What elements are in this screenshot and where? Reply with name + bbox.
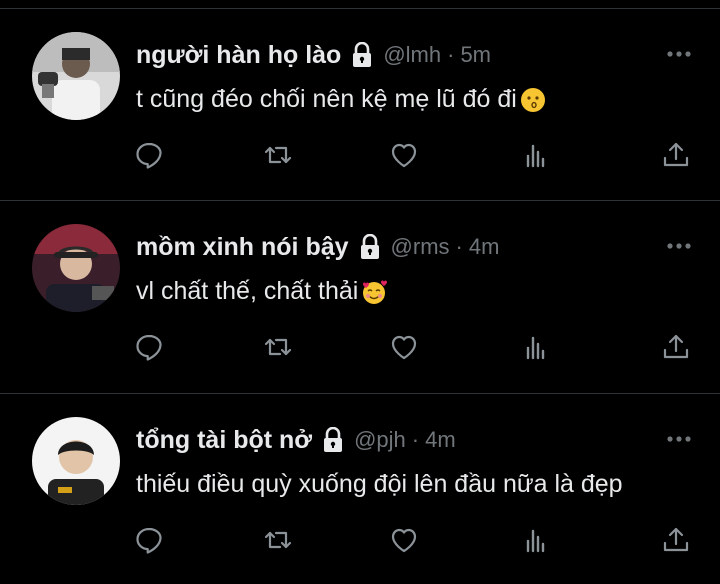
lock-icon <box>322 427 344 453</box>
timestamp[interactable]: 4m <box>425 427 456 453</box>
tweet-text: t cũng đéo chối nên kệ mẹ lũ đó đi <box>136 85 547 114</box>
retweet-icon[interactable] <box>262 139 294 171</box>
separator-dot: · <box>455 234 463 259</box>
tweet[interactable]: tổng tài bột nở @pjh · 4m thiếu điều quỳ… <box>0 393 720 584</box>
tweet-text: thiếu điều quỳ xuống đội lên đầu nữa là … <box>136 470 623 499</box>
views-icon[interactable] <box>520 524 552 556</box>
heart-icon[interactable] <box>388 139 420 171</box>
reply-icon[interactable] <box>133 139 165 171</box>
share-icon[interactable] <box>660 524 692 556</box>
tweet-text: vl chất thế, chất thải <box>136 277 388 306</box>
tweet-header: người hàn họ lào @lmh · 5m <box>136 39 491 71</box>
user-handle[interactable]: @lmh <box>383 42 441 68</box>
display-name[interactable]: người hàn họ lào <box>136 41 341 70</box>
tweet-actions <box>0 139 720 171</box>
tweet-actions <box>0 524 720 556</box>
avatar[interactable] <box>32 32 120 120</box>
tweet-actions <box>0 331 720 363</box>
avatar[interactable] <box>32 417 120 505</box>
display-name[interactable]: tổng tài bột nở <box>136 426 312 455</box>
kissing-face-emoji <box>519 86 547 114</box>
separator-dot: · <box>447 42 455 67</box>
heart-icon[interactable] <box>388 524 420 556</box>
timestamp[interactable]: 5m <box>460 42 491 68</box>
avatar[interactable] <box>32 224 120 312</box>
user-handle[interactable]: @rms <box>391 234 450 260</box>
timestamp[interactable]: 4m <box>469 234 500 260</box>
share-icon[interactable] <box>660 331 692 363</box>
tweet-text-content: thiếu điều quỳ xuống đội lên đầu nữa là … <box>136 470 623 498</box>
retweet-icon[interactable] <box>262 331 294 363</box>
share-icon[interactable] <box>660 139 692 171</box>
display-name[interactable]: mồm xinh nói bậy <box>136 233 349 262</box>
reply-icon[interactable] <box>133 524 165 556</box>
lock-icon <box>359 234 381 260</box>
views-icon[interactable] <box>520 139 552 171</box>
lock-icon <box>351 42 373 68</box>
tweet-feed: người hàn họ lào @lmh · 5m t cũng đéo ch… <box>0 0 720 584</box>
heart-icon[interactable] <box>388 331 420 363</box>
tweet-header: tổng tài bột nở @pjh · 4m <box>136 424 456 456</box>
more-icon[interactable] <box>664 430 694 448</box>
tweet[interactable]: người hàn họ lào @lmh · 5m t cũng đéo ch… <box>0 8 720 200</box>
tweet-text-content: t cũng đéo chối nên kệ mẹ lũ đó đi <box>136 85 517 113</box>
more-icon[interactable] <box>664 45 694 63</box>
tweet-text-content: vl chất thế, chất thải <box>136 277 359 305</box>
retweet-icon[interactable] <box>262 524 294 556</box>
more-icon[interactable] <box>664 237 694 255</box>
user-handle[interactable]: @pjh <box>354 427 406 453</box>
tweet-header: mồm xinh nói bậy @rms · 4m <box>136 231 499 263</box>
separator-dot: · <box>411 427 420 452</box>
views-icon[interactable] <box>520 331 552 363</box>
tweet[interactable]: mồm xinh nói bậy @rms · 4m vl chất thế, … <box>0 200 720 392</box>
smiling-face-with-hearts-emoji <box>360 278 388 306</box>
reply-icon[interactable] <box>133 331 165 363</box>
